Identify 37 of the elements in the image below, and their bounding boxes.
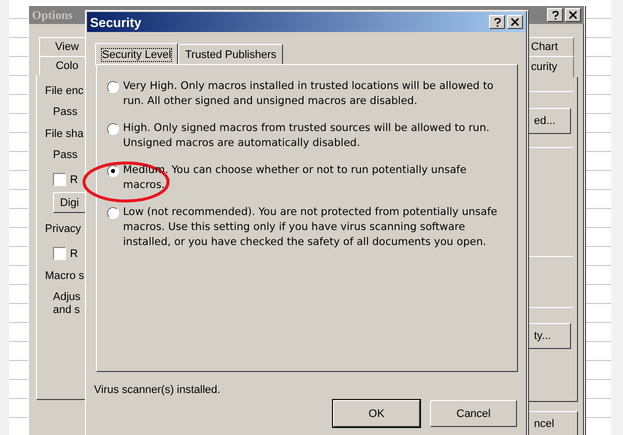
checkbox[interactable] — [53, 173, 66, 186]
section-label: Macro s — [45, 270, 86, 282]
window-title: Options — [32, 8, 73, 22]
options-button[interactable]: ty... — [527, 323, 571, 349]
radio-button[interactable] — [107, 165, 119, 177]
checkbox[interactable] — [53, 247, 66, 260]
option-label: Adjus — [53, 291, 82, 303]
tab[interactable]: Trusted Publishers — [178, 44, 284, 64]
option-label: Pass — [53, 106, 78, 118]
option-description: Very High. Only macros installed in trusted locations will be allowed to run. All other signed and unsigned macros are disabled. — [123, 79, 494, 109]
dialog-title: Security — [90, 14, 142, 30]
option-label: Pass — [53, 149, 78, 161]
cancel-button[interactable]: Cancel — [430, 400, 517, 427]
section-label: File sha — [45, 128, 85, 140]
close-button[interactable] — [565, 8, 581, 22]
section-label: File enc — [45, 85, 85, 97]
close-button[interactable] — [507, 15, 523, 29]
radio-button[interactable] — [107, 81, 119, 93]
cancel-button[interactable]: ncel — [526, 411, 578, 435]
option-description: Low (not recommended). You are not protected from potentially unsafe macros. Use this setting only if you have virus scanning software installed, or you have checked the safety of all documents you open. — [123, 205, 498, 250]
ok-button[interactable]: OK — [333, 400, 420, 427]
radio-button[interactable] — [107, 123, 119, 135]
section-label: Privacy — [45, 223, 82, 235]
status-text: Virus scanner(s) installed. — [94, 384, 222, 396]
radio-button[interactable] — [107, 207, 119, 219]
help-icon — [552, 10, 558, 20]
options-button[interactable]: ed... — [527, 108, 571, 134]
help-button[interactable] — [489, 15, 505, 29]
checkbox-label: R — [70, 248, 78, 260]
help-icon — [494, 18, 500, 26]
option-description: High. Only signed macros from trusted sources will be allowed to run. Unsigned macros are automatically disabled. — [123, 121, 490, 151]
close-icon — [569, 11, 577, 19]
checkbox-label: R — [70, 174, 78, 186]
close-icon — [511, 18, 519, 26]
tab[interactable]: Security Level — [95, 43, 178, 65]
help-button[interactable] — [547, 8, 563, 22]
option-label: and s — [53, 304, 81, 316]
